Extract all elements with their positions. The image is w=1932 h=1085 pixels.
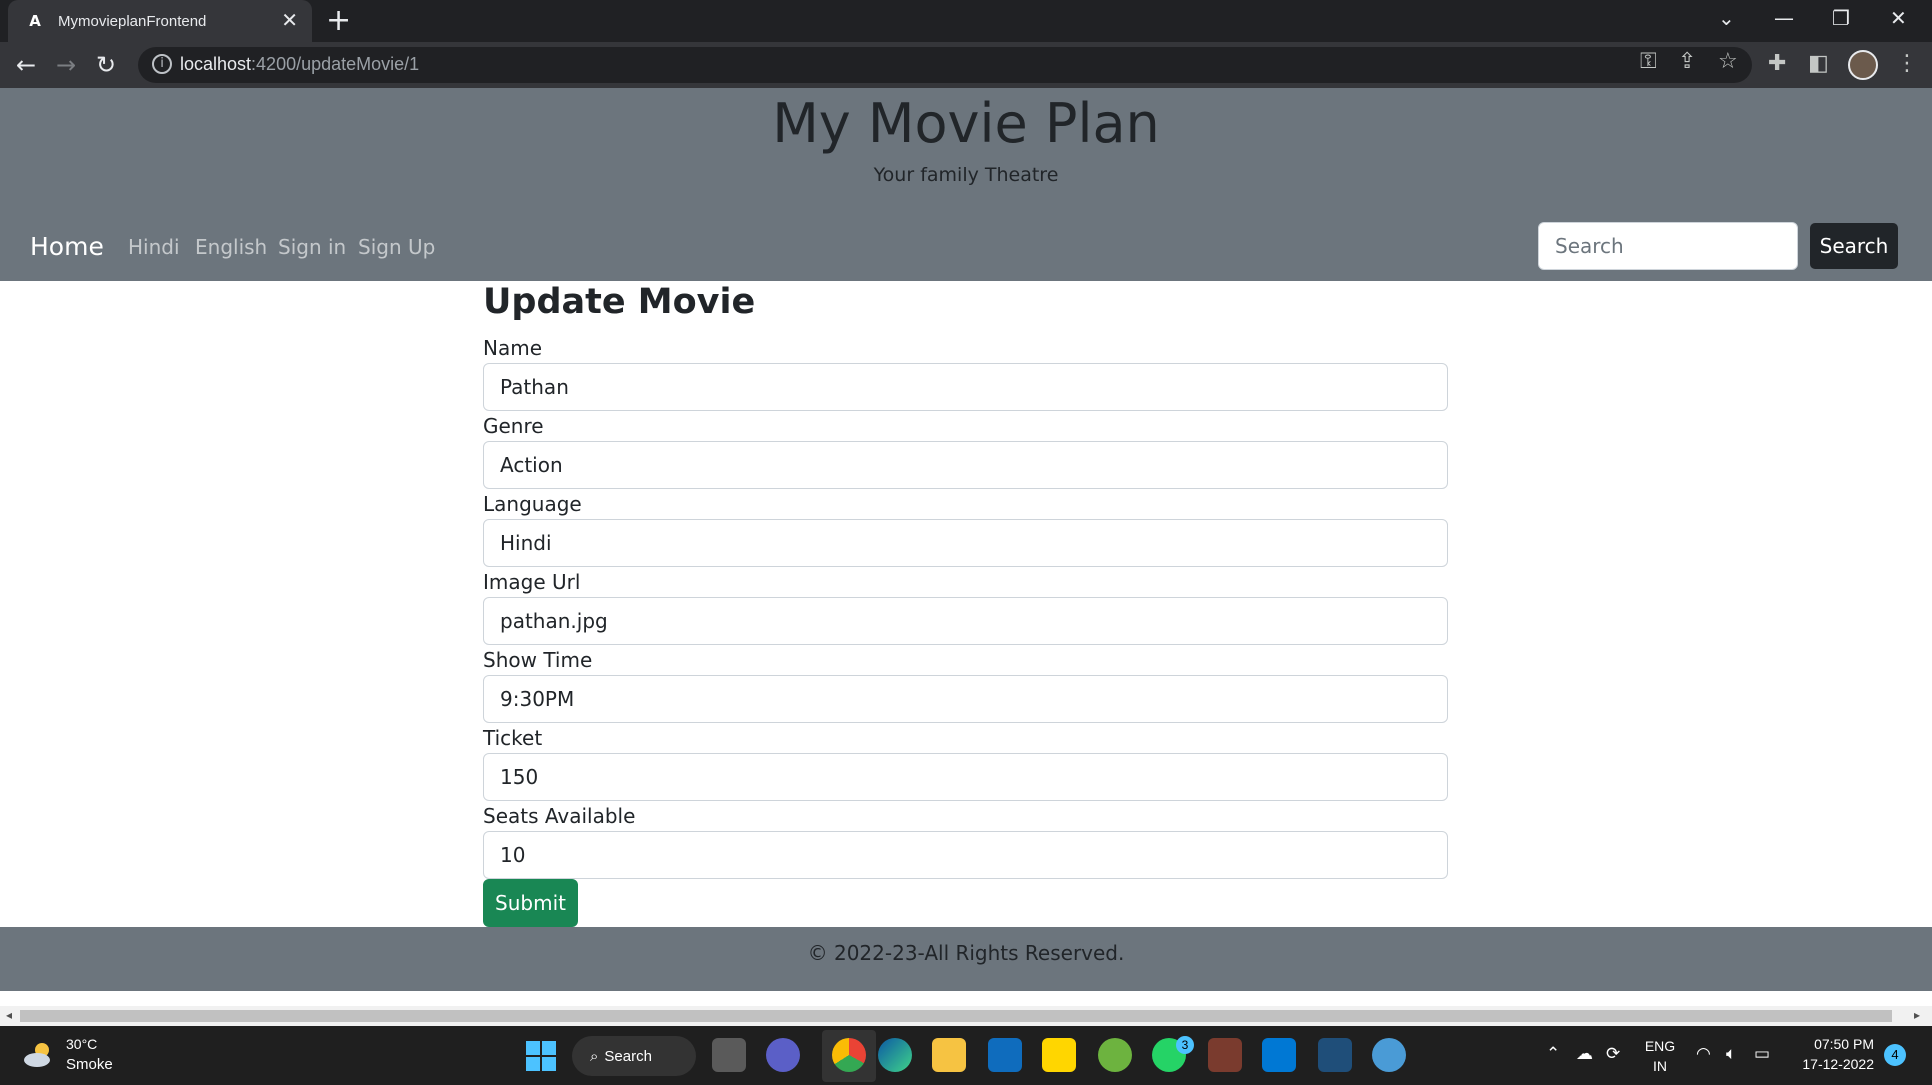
image-url-label: Image Url — [483, 570, 581, 594]
scroll-right-icon[interactable]: ▸ — [1914, 1008, 1920, 1022]
browser-app-icon[interactable] — [1372, 1038, 1406, 1072]
task-view-icon[interactable] — [712, 1038, 746, 1072]
seats-available-input[interactable] — [483, 831, 1448, 879]
back-icon[interactable]: ← — [16, 50, 36, 80]
battery-icon[interactable]: ▭ — [1754, 1044, 1770, 1064]
site-footer: © 2022-23-All Rights Reserved. — [0, 927, 1932, 991]
onedrive-cloud-icon[interactable]: ☁ — [1576, 1044, 1593, 1064]
name-label: Name — [483, 336, 543, 360]
nav-link-hindi[interactable]: Hindi — [128, 235, 180, 259]
site-header: My Movie Plan Your family Theatre Home H… — [0, 88, 1932, 281]
scroll-left-icon[interactable]: ◂ — [6, 1008, 12, 1022]
site-title: My Movie Plan — [772, 92, 1160, 155]
nav-link-sign-up[interactable]: Sign Up — [358, 235, 435, 259]
tab-search-chevron-icon[interactable]: ⌄ — [1718, 6, 1735, 30]
ticket-label: Ticket — [483, 726, 543, 750]
angular-favicon-icon: A — [29, 12, 41, 30]
ticket-input[interactable] — [483, 753, 1448, 801]
submit-button[interactable]: Submit — [483, 879, 578, 927]
share-icon[interactable]: ⇪ — [1678, 48, 1696, 76]
close-window-icon[interactable]: ✕ — [1890, 6, 1907, 30]
new-tab-icon[interactable]: + — [326, 6, 351, 36]
name-input[interactable] — [483, 363, 1448, 411]
taskbar-search-button[interactable]: ⌕ Search — [572, 1036, 696, 1076]
tab-title: MymovieplanFrontend — [58, 12, 207, 30]
language-label: Language — [483, 492, 582, 516]
windows-start-icon[interactable] — [526, 1041, 556, 1071]
browser-tab-strip: A MymovieplanFrontend ✕ + ⌄ — ❐ ✕ — [0, 0, 1932, 42]
menu-kebab-icon[interactable]: ⋮ — [1896, 50, 1918, 78]
password-key-icon[interactable]: ⚿ — [1640, 48, 1657, 76]
image-url-input[interactable] — [483, 597, 1448, 645]
minimize-icon[interactable]: — — [1774, 6, 1794, 30]
site-tagline: Your family Theatre — [873, 164, 1059, 186]
nav-home-link[interactable]: Home — [30, 232, 104, 261]
language-bottom[interactable]: IN — [1640, 1058, 1680, 1074]
page-content: My Movie Plan Your family Theatre Home H… — [0, 88, 1932, 1012]
chrome-icon[interactable] — [832, 1038, 866, 1072]
weather-description[interactable]: Smoke — [66, 1056, 113, 1073]
forward-icon[interactable]: → — [56, 50, 76, 80]
side-panel-icon[interactable]: ◧ — [1808, 50, 1829, 78]
site-search-button[interactable]: Search — [1809, 222, 1899, 270]
site-info-icon[interactable]: i — [152, 54, 172, 74]
genre-input[interactable] — [483, 441, 1448, 489]
language-top[interactable]: ENG — [1640, 1038, 1680, 1054]
reload-icon[interactable]: ↻ — [96, 50, 116, 80]
language-input[interactable] — [483, 519, 1448, 567]
site-search-input[interactable] — [1538, 222, 1798, 270]
bookmark-star-icon[interactable]: ☆ — [1718, 48, 1738, 76]
footer-copyright: © 2022-23-All Rights Reserved. — [807, 941, 1125, 965]
tab-close-icon[interactable]: ✕ — [281, 10, 298, 30]
volume-icon[interactable]: 🔈︎ — [1726, 1044, 1736, 1064]
tray-overflow-chevron-icon[interactable]: ⌃ — [1546, 1044, 1560, 1064]
spring-tool-suite-icon[interactable] — [1098, 1038, 1132, 1072]
edge-icon[interactable] — [878, 1038, 912, 1072]
teams-chat-icon[interactable] — [766, 1038, 800, 1072]
sql-editor-icon[interactable] — [1318, 1038, 1352, 1072]
mysql-workbench-icon[interactable] — [1208, 1038, 1242, 1072]
address-bar[interactable]: i localhost:4200/updateMovie/1 ⚿ ⇪ ☆ — [138, 47, 1752, 83]
extensions-icon[interactable]: ✚ — [1768, 50, 1786, 78]
wifi-icon[interactable]: ◠ — [1696, 1044, 1711, 1064]
screen: A MymovieplanFrontend ✕ + ⌄ — ❐ ✕ ← → ↻ … — [0, 0, 1932, 1085]
sticky-notes-icon[interactable] — [1042, 1038, 1076, 1072]
restore-icon[interactable]: ❐ — [1832, 6, 1850, 30]
taskbar-search-label: Search — [604, 1047, 652, 1065]
show-time-label: Show Time — [483, 648, 593, 672]
sync-icon[interactable]: ⟳ — [1606, 1044, 1620, 1064]
profile-avatar[interactable] — [1848, 50, 1878, 80]
file-explorer-icon[interactable] — [932, 1038, 966, 1072]
nav-link-english[interactable]: English — [195, 235, 267, 259]
nav-link-sign-in[interactable]: Sign in — [278, 235, 346, 259]
horizontal-scrollbar[interactable]: ◂ ▸ — [0, 1006, 1932, 1026]
search-icon: ⌕ — [590, 1047, 599, 1065]
seats-available-label: Seats Available — [483, 804, 636, 828]
whatsapp-badge: 3 — [1176, 1036, 1194, 1054]
clock-time[interactable]: 07:50 PM — [1790, 1036, 1874, 1052]
scrollbar-thumb[interactable] — [20, 1010, 1892, 1022]
browser-toolbar: ← → ↻ i localhost:4200/updateMovie/1 ⚿ ⇪… — [0, 42, 1932, 88]
browser-tab[interactable]: A MymovieplanFrontend ✕ — [8, 0, 312, 42]
weather-cloud-icon[interactable] — [22, 1040, 56, 1068]
url-text[interactable]: localhost:4200/updateMovie/1 — [180, 54, 419, 75]
mail-icon[interactable] — [988, 1038, 1022, 1072]
clock-date[interactable]: 17-12-2022 — [1790, 1056, 1874, 1072]
form-title: Update Movie — [483, 282, 756, 322]
windows-taskbar: 30°C Smoke ⌕ Search 3 ⌃ ☁ ⟳ ENG IN ◠ 🔈︎ … — [0, 1026, 1932, 1085]
show-time-input[interactable] — [483, 675, 1448, 723]
weather-temperature[interactable]: 30°C — [66, 1036, 97, 1052]
genre-label: Genre — [483, 414, 544, 438]
notification-count-badge[interactable]: 4 — [1884, 1044, 1906, 1066]
vscode-icon[interactable] — [1262, 1038, 1296, 1072]
